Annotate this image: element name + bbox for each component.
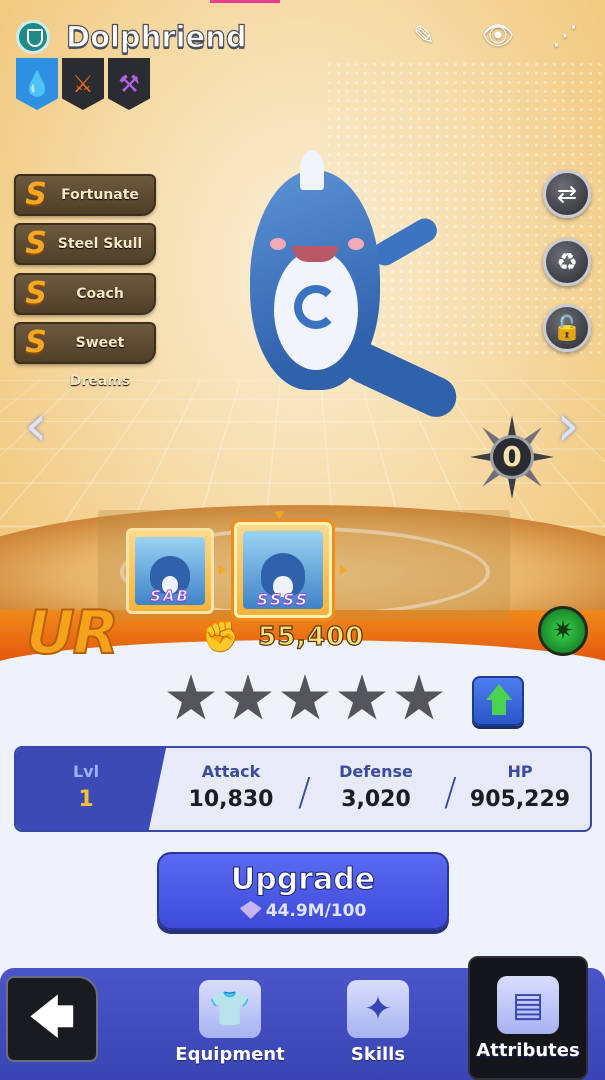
upgrade-button[interactable]: Upgrade 44.9M/100: [157, 852, 449, 930]
tab-skills-label: Skills: [318, 1044, 438, 1065]
star-icon: [394, 674, 444, 724]
share-icon[interactable]: ⋰: [547, 18, 583, 54]
star-rating: [160, 674, 450, 728]
trait-coach[interactable]: S Coach: [14, 273, 156, 315]
evolution-card-ssss[interactable]: SSSS: [234, 522, 332, 618]
divider: /: [298, 770, 311, 814]
lock-icon[interactable]: 🔓: [543, 304, 591, 352]
evolution-card-sab[interactable]: SAB: [126, 528, 214, 614]
trait-steel-skull[interactable]: S Steel Skull: [14, 223, 156, 265]
crystal-icon: [240, 901, 262, 919]
header: Dolphriend ✎ 👁 ⋰: [0, 14, 605, 60]
gear-recycle-icon[interactable]: ✷: [538, 606, 588, 656]
shield-icon[interactable]: [16, 20, 50, 54]
next-arrow-icon[interactable]: ›: [548, 390, 588, 460]
upgrade-cost-value: 44.9M/100: [266, 901, 367, 921]
level-stat: Lvl 1: [56, 762, 116, 812]
attack-label: Attack: [176, 762, 286, 781]
compass-star-badge[interactable]: 0: [470, 415, 554, 499]
defense-value: 3,020: [326, 787, 426, 812]
upgrade-cost: 44.9M/100: [159, 901, 447, 921]
dolphin-character: [230, 150, 470, 460]
evolution-grade: SAB: [129, 587, 211, 605]
trait-grade: S: [19, 227, 53, 261]
tab-equipment-label: Equipment: [170, 1044, 290, 1065]
trait-label: Steel Skull: [50, 225, 150, 263]
previous-arrow-icon[interactable]: ‹: [16, 390, 56, 460]
edit-note-icon[interactable]: ✎: [406, 18, 442, 54]
trait-label: Coach: [50, 275, 150, 313]
shirt-icon: 👕: [199, 980, 261, 1038]
tab-attributes-label: Attributes: [470, 1040, 586, 1061]
page-title: Dolphriend: [66, 20, 247, 54]
stats-panel: Lvl 1 Attack 10,830 / Defense 3,020 / HP…: [14, 746, 592, 832]
skills-icon: ✦: [347, 980, 409, 1038]
tab-attributes[interactable]: ▤ Attributes: [468, 956, 588, 1080]
top-accent-line: [210, 0, 280, 3]
hp-value: 905,229: [456, 787, 584, 812]
hp-stat: HP 905,229: [456, 762, 584, 812]
combat-power: 55,400: [258, 622, 364, 652]
trait-sweet-dreams[interactable]: S Sweet Dreams: [14, 322, 156, 364]
trait-grade: S: [19, 326, 53, 360]
evolution-arrow-icon: [340, 565, 347, 575]
eye-icon[interactable]: 👁: [480, 18, 516, 54]
back-arrow-icon[interactable]: 🡄: [6, 976, 98, 1062]
tab-equipment[interactable]: 👕 Equipment: [170, 968, 290, 1080]
tab-skills[interactable]: ✦ Skills: [318, 968, 438, 1080]
star-icon: [337, 674, 387, 724]
rarity-label: UR: [26, 598, 117, 668]
level-value: 1: [56, 787, 116, 812]
defense-stat: Defense 3,020: [326, 762, 426, 812]
trait-label: Fortunate: [50, 176, 150, 214]
attack-value: 10,830: [176, 787, 286, 812]
fist-icon: ✊: [202, 620, 239, 655]
trait-label: Sweet Dreams: [50, 324, 150, 362]
divider: /: [444, 770, 457, 814]
evolution-grade: SSSS: [237, 590, 329, 609]
upgrade-label: Upgrade: [159, 862, 447, 897]
attack-stat: Attack 10,830: [176, 762, 286, 812]
star-icon: [166, 674, 216, 724]
defense-label: Defense: [326, 762, 426, 781]
star-icon: [280, 674, 330, 724]
selected-marker-icon: [275, 512, 285, 519]
trait-grade: S: [19, 277, 53, 311]
evolution-arrow-icon: [219, 565, 226, 575]
level-label: Lvl: [56, 762, 116, 781]
compass-value: 0: [490, 435, 534, 479]
bottom-nav: 🡄 👕 Equipment ✦ Skills ▤ Attributes: [0, 968, 605, 1080]
star-icon: [223, 674, 273, 724]
hp-label: HP: [456, 762, 584, 781]
recycle-icon[interactable]: ♻: [543, 238, 591, 286]
attributes-card-icon: ▤: [497, 976, 559, 1034]
star-upgrade-button[interactable]: [472, 676, 524, 726]
swap-icon[interactable]: ⇄: [543, 170, 591, 218]
trait-fortunate[interactable]: S Fortunate: [14, 174, 156, 216]
trait-grade: S: [19, 178, 53, 212]
